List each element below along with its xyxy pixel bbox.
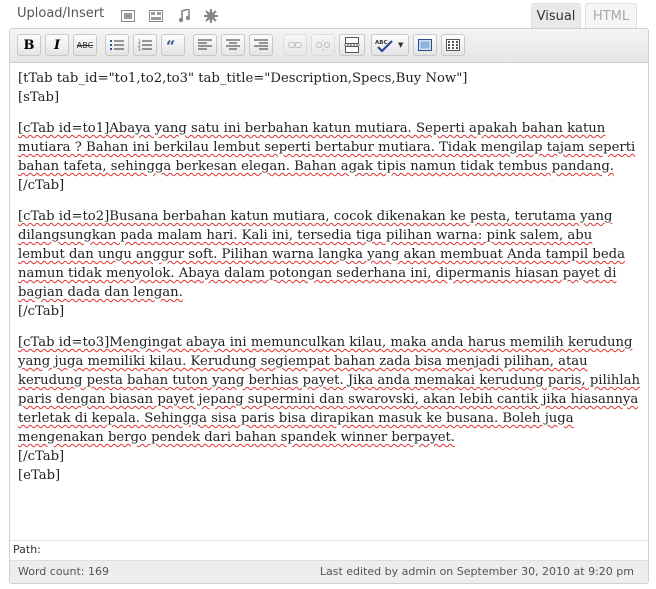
path-label: Path: — [13, 543, 41, 556]
spellcheck-icon: ABC — [375, 40, 393, 52]
fullscreen-button[interactable] — [413, 34, 437, 56]
add-image-icon[interactable] — [120, 8, 136, 24]
add-audio-icon[interactable] — [176, 8, 192, 24]
bold-button[interactable]: B — [17, 34, 41, 56]
media-bar: Upload/Insert Visual HTML — [0, 0, 656, 30]
editor-toolbar: B I ABC 123 “ ABC ▼ — [10, 29, 648, 63]
numbered-list-icon: 123 — [138, 39, 152, 51]
insert-more-tag-button[interactable] — [339, 34, 365, 56]
bullet-list-icon — [110, 40, 124, 50]
align-left-button[interactable] — [193, 34, 217, 56]
stab-shortcode: [sTab] — [18, 90, 60, 105]
svg-text:3: 3 — [138, 47, 141, 51]
svg-text:ABC: ABC — [375, 40, 388, 46]
close-shortcode: [/cTab] — [18, 178, 65, 193]
upload-insert-label: Upload/Insert — [17, 6, 105, 21]
close-shortcode: [/cTab] — [18, 304, 65, 319]
add-video-icon[interactable] — [148, 8, 164, 24]
align-center-icon — [226, 39, 240, 50]
content-paragraph: [cTab id=to1]Abaya yang satu ini berbaha… — [18, 121, 636, 174]
last-edited-info: Last edited by admin on September 30, 20… — [319, 565, 634, 578]
blockquote-button[interactable]: “ — [161, 34, 185, 56]
content-paragraph: [cTab id=to3]Mengingat abaya ini memuncu… — [18, 335, 640, 445]
tab-html[interactable]: HTML — [585, 3, 637, 29]
align-right-button[interactable] — [249, 34, 273, 56]
kitchen-sink-icon — [446, 39, 460, 51]
editor-content[interactable]: [tTab tab_id="to1,to2,to3" tab_title="De… — [18, 69, 643, 497]
align-center-button[interactable] — [221, 34, 245, 56]
path-bar: Path: — [10, 540, 648, 558]
status-bar: Word count: 169 Last edited by admin on … — [10, 560, 648, 583]
bullet-list-button[interactable] — [105, 34, 129, 56]
more-tag-icon — [344, 37, 360, 53]
svg-text:“: “ — [166, 39, 175, 51]
insert-link-button[interactable] — [283, 34, 307, 56]
editor: B I ABC 123 “ ABC ▼ [tTab tab_id="to1,to… — [9, 28, 649, 584]
unlink-button[interactable] — [311, 34, 335, 56]
word-count: Word count: 169 — [18, 565, 110, 578]
add-media-icon[interactable] — [203, 8, 219, 24]
spellcheck-button[interactable]: ABC ▼ — [371, 34, 409, 56]
unlink-icon — [316, 39, 330, 51]
quote-icon: “ — [166, 39, 175, 51]
strikethrough-button[interactable]: ABC — [73, 34, 97, 56]
fullscreen-icon — [418, 39, 432, 51]
content-paragraph: [cTab id=to2]Busana berbahan katun mutia… — [18, 209, 625, 300]
chevron-down-icon[interactable]: ▼ — [398, 41, 403, 49]
numbered-list-button[interactable]: 123 — [133, 34, 157, 56]
tab-visual[interactable]: Visual — [531, 3, 581, 29]
align-left-icon — [198, 39, 212, 50]
etab-shortcode: [eTab] — [18, 468, 61, 483]
kitchen-sink-button[interactable] — [441, 34, 465, 56]
link-icon — [288, 42, 302, 48]
align-right-icon — [254, 39, 268, 50]
tabs-open-shortcode: [tTab tab_id="to1,to2,to3" tab_title="De… — [18, 71, 468, 86]
close-shortcode: [/cTab] — [18, 449, 65, 464]
italic-button[interactable]: I — [45, 34, 69, 56]
